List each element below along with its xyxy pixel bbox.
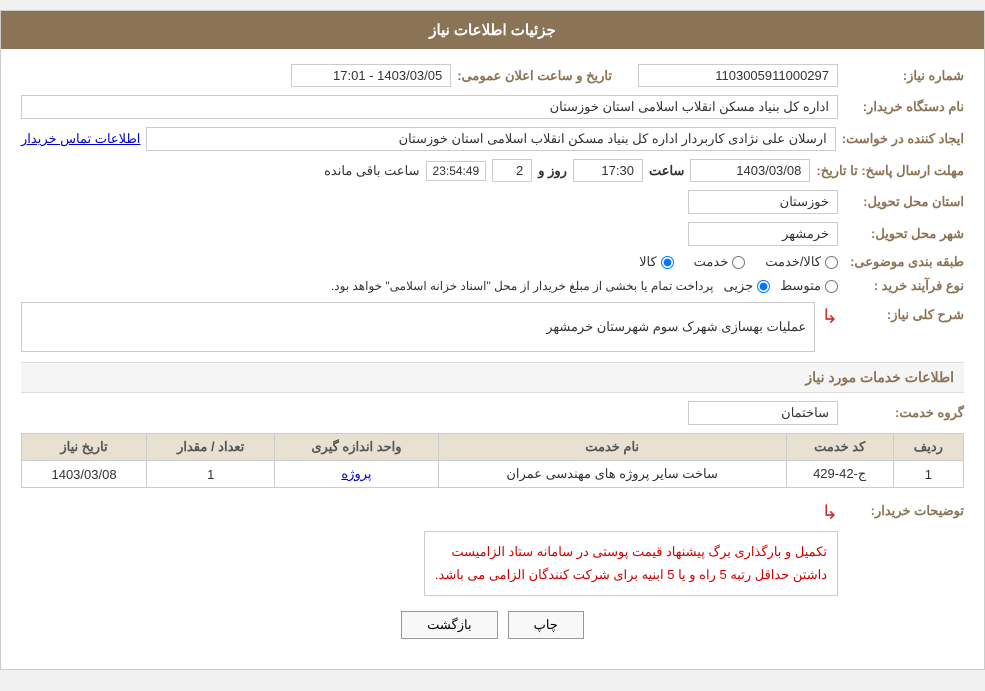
cell-date: 1403/03/08: [22, 461, 147, 488]
creator-value: ارسلان علی نژادی کاربردار اداره کل بنیاد…: [146, 127, 835, 151]
page-title: جزئیات اطلاعات نیاز: [429, 22, 556, 39]
process-type-group: متوسط جزیی پرداخت تمام یا بخشی از مبلغ خ…: [331, 278, 838, 294]
category-service-option[interactable]: خدمت: [694, 254, 746, 270]
notes-arrow-icon: ↳: [821, 500, 838, 525]
province-label: استان محل تحویل:: [844, 194, 964, 210]
general-desc-value: عملیات بهسازی شهرک سوم شهرستان خرمشهر: [21, 302, 815, 352]
table-row: 1 ج-42-429 ساخت سایر پروژه های مهندسی عم…: [22, 461, 964, 488]
creator-label: ایجاد کننده در خواست:: [842, 131, 964, 147]
category-goods-service-option[interactable]: کالا/خدمت: [765, 254, 838, 270]
back-button[interactable]: بازگشت: [401, 611, 497, 639]
remaining-label: ساعت باقی مانده: [324, 163, 419, 179]
services-table: ردیف کد خدمت نام خدمت واحد اندازه گیری ت…: [21, 433, 964, 488]
process-label: نوع فرآیند خرید :: [844, 278, 964, 294]
process-partial-option[interactable]: جزیی: [723, 278, 770, 294]
deadline-day: 2: [492, 159, 532, 182]
col-unit: واحد اندازه گیری: [275, 434, 438, 461]
col-date: تاریخ نیاز: [22, 434, 147, 461]
page-header: جزئیات اطلاعات نیاز: [1, 11, 984, 49]
process-desc: پرداخت تمام یا بخشی از مبلغ خریدار از مح…: [331, 279, 714, 293]
col-name: نام خدمت: [438, 434, 786, 461]
deadline-time: 17:30: [573, 159, 643, 182]
col-row: ردیف: [893, 434, 963, 461]
cell-unit[interactable]: پروژه: [275, 461, 438, 488]
announcement-date-value: 1403/03/05 - 17:01: [291, 64, 451, 87]
category-label: طبقه بندی موضوعی:: [844, 254, 964, 270]
deadline-date: 1403/03/08: [690, 159, 810, 182]
buyer-name-label: نام دستگاه خریدار:: [844, 99, 964, 115]
cell-count: 1: [147, 461, 275, 488]
deadline-time-label: ساعت: [649, 163, 684, 179]
need-number-label: شماره نیاز:: [844, 68, 964, 84]
cell-code: ج-42-429: [786, 461, 893, 488]
need-number-value: 1103005911000297: [638, 64, 838, 87]
remaining-time-box: 23:54:49: [426, 161, 487, 181]
notes-value: تکمیل و بارگذاری برگ پیشنهاد قیمت پوستی …: [424, 531, 838, 596]
process-medium-option[interactable]: متوسط: [780, 278, 838, 294]
buyer-name-value: اداره کل بنیاد مسکن انقلاب اسلامی استان …: [21, 95, 838, 119]
service-group-label: گروه خدمت:: [844, 405, 964, 421]
process-partial-label: جزیی: [723, 278, 753, 294]
notes-label: توضیحات خریدار:: [844, 498, 964, 519]
province-value: خوزستان: [688, 190, 838, 214]
desc-arrow-icon: ↳: [821, 304, 838, 329]
general-desc-label: شرح کلی نیاز:: [844, 302, 964, 323]
col-count: تعداد / مقدار: [147, 434, 275, 461]
deadline-day-label: روز و: [538, 163, 567, 179]
services-section-title: اطلاعات خدمات مورد نیاز: [21, 362, 964, 393]
category-goods-option[interactable]: کالا: [639, 254, 674, 270]
announcement-date-label: تاریخ و ساعت اعلان عمومی:: [457, 68, 612, 84]
col-code: کد خدمت: [786, 434, 893, 461]
category-goods-service-label: کالا/خدمت: [765, 254, 821, 270]
cell-name: ساخت سایر پروژه های مهندسی عمران: [438, 461, 786, 488]
city-value: خرمشهر: [688, 222, 838, 246]
print-button[interactable]: چاپ: [508, 611, 584, 639]
contact-link[interactable]: اطلاعات تماس خریدار: [21, 131, 140, 147]
process-medium-label: متوسط: [780, 278, 821, 294]
category-goods-label: کالا: [639, 254, 657, 270]
button-row: چاپ بازگشت: [21, 611, 964, 639]
cell-row: 1: [893, 461, 963, 488]
category-radio-group: کالا/خدمت خدمت کالا: [639, 254, 838, 270]
city-label: شهر محل تحویل:: [844, 226, 964, 242]
category-service-label: خدمت: [694, 254, 729, 270]
service-group-value: ساختمان: [688, 401, 838, 425]
deadline-label: مهلت ارسال پاسخ: تا تاریخ:: [816, 163, 964, 179]
